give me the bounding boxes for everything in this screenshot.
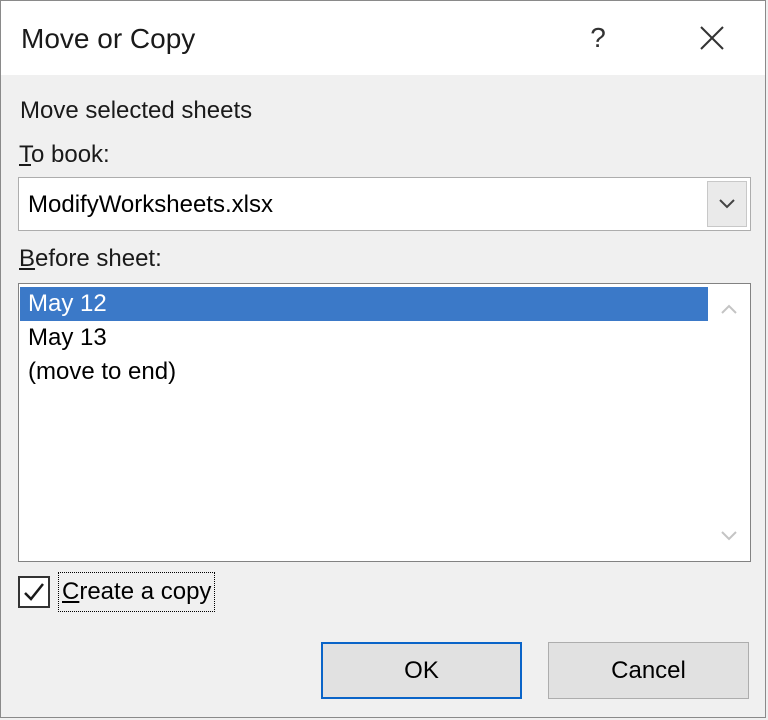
create-copy-label-text: reate a copy [79,578,212,605]
move-or-copy-dialog: Move or Copy ? Move selected sheets To b… [0,0,766,718]
create-copy-checkbox[interactable] [18,576,50,608]
cancel-button[interactable]: Cancel [548,642,749,699]
close-icon [700,26,724,50]
before-sheet-listbox[interactable]: May 12 May 13 (move to end) [18,283,751,562]
listbox-scrollbar[interactable] [709,285,749,560]
chevron-down-icon [719,199,735,209]
list-item[interactable]: May 12 [20,287,708,321]
to-book-accel: T [19,141,31,168]
to-book-value: ModifyWorksheets.xlsx [28,191,273,218]
scroll-down-button[interactable] [709,516,749,556]
list-item[interactable]: May 13 [20,321,708,355]
title-bar: Move or Copy ? [1,1,765,75]
instruction-text: Move selected sheets [20,97,253,124]
checkmark-icon [24,583,44,601]
chevron-down-icon [721,531,737,541]
to-book-label: To book: [19,141,110,169]
before-sheet-label-text: efore sheet: [35,245,162,272]
scroll-up-button[interactable] [709,289,749,329]
dialog-title: Move or Copy [21,23,196,54]
to-book-dropdown[interactable]: ModifyWorksheets.xlsx [18,177,751,231]
before-sheet-label: Before sheet: [19,245,162,273]
ok-button[interactable]: OK [321,642,522,699]
to-book-label-text: o book: [31,141,110,168]
help-button[interactable]: ? [561,9,635,67]
create-copy-accel: C [62,578,80,605]
chevron-up-icon [721,304,737,314]
before-sheet-accel: B [19,245,36,272]
close-button[interactable] [673,9,751,67]
create-copy-label[interactable]: Create a copy [58,572,216,612]
list-item[interactable]: (move to end) [20,355,708,389]
dropdown-arrow-button[interactable] [707,181,747,227]
